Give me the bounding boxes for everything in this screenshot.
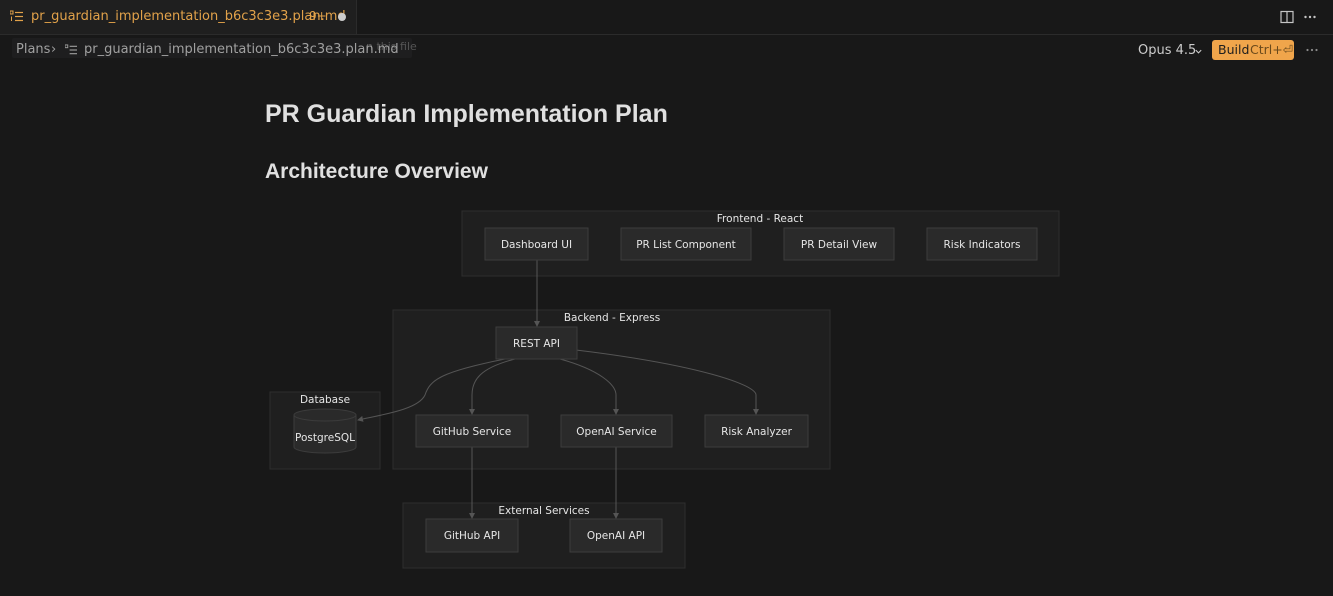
- node-rest-api[interactable]: REST API: [495, 326, 578, 360]
- node-dashboard-ui[interactable]: Dashboard UI: [484, 227, 589, 261]
- architecture-diagram: Frontend - React Backend - Express Datab…: [269, 210, 1060, 569]
- cluster-external-label: External Services: [498, 505, 589, 517]
- node-openai-api[interactable]: OpenAI API: [569, 518, 663, 553]
- node-risk-indicators[interactable]: Risk Indicators: [926, 227, 1038, 261]
- node-pr-detail-view[interactable]: PR Detail View: [783, 227, 895, 261]
- node-github-service-label: GitHub Service: [433, 426, 512, 438]
- node-rest-api-label: REST API: [513, 338, 560, 350]
- node-github-api-label: GitHub API: [444, 530, 500, 542]
- cluster-frontend-label: Frontend - React: [717, 213, 803, 225]
- node-pr-list-label: PR List Component: [636, 239, 736, 251]
- node-pr-list-component[interactable]: PR List Component: [620, 227, 752, 261]
- node-risk-analyzer-label: Risk Analyzer: [721, 426, 792, 438]
- node-github-api[interactable]: GitHub API: [425, 518, 519, 553]
- node-postgresql[interactable]: PostgreSQL: [293, 408, 357, 454]
- node-openai-api-label: OpenAI API: [587, 530, 645, 542]
- node-postgresql-label: PostgreSQL: [295, 432, 355, 444]
- node-openai-service[interactable]: OpenAI Service: [560, 414, 673, 448]
- node-pr-detail-label: PR Detail View: [801, 239, 878, 251]
- node-openai-service-label: OpenAI Service: [576, 426, 656, 438]
- node-github-service[interactable]: GitHub Service: [415, 414, 529, 448]
- node-risk-analyzer[interactable]: Risk Analyzer: [704, 414, 809, 448]
- cluster-database-label: Database: [300, 394, 350, 406]
- node-risk-indicators-label: Risk Indicators: [944, 239, 1021, 251]
- node-dashboard-ui-label: Dashboard UI: [501, 239, 572, 251]
- cluster-backend-label: Backend - Express: [564, 312, 660, 324]
